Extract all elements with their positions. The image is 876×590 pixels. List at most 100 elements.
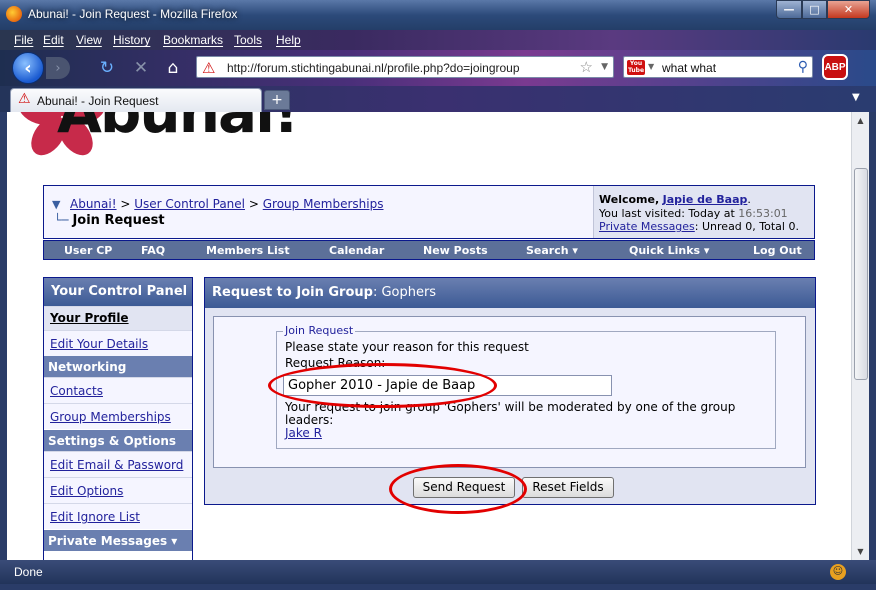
- join-request-panel: Request to Join Group: Gophers Join Requ…: [204, 277, 816, 505]
- youtube-icon[interactable]: You Tube: [627, 60, 645, 75]
- nav-members-list[interactable]: Members List: [206, 244, 290, 257]
- adblock-plus-icon[interactable]: ABP: [822, 54, 848, 80]
- menu-edit[interactable]: Edit: [43, 33, 64, 47]
- reset-fields-button[interactable]: Reset Fields: [522, 477, 614, 498]
- sidebar-item-group-memberships[interactable]: Group Memberships: [44, 403, 192, 429]
- breadcrumb-home[interactable]: Abunai!: [70, 197, 117, 211]
- menu-history[interactable]: History: [113, 33, 150, 47]
- url-text[interactable]: http://forum.stichtingabunai.nl/profile.…: [227, 61, 520, 75]
- maximize-button[interactable]: □: [802, 0, 827, 19]
- nav-new-posts[interactable]: New Posts: [423, 244, 488, 257]
- new-tab-button[interactable]: +: [264, 90, 290, 110]
- menu-help[interactable]: Help: [276, 33, 301, 47]
- sidebar-item-your-profile[interactable]: Your Profile: [44, 306, 192, 330]
- sidebar-item-contacts[interactable]: Contacts: [44, 377, 192, 403]
- nav-faq[interactable]: FAQ: [141, 244, 165, 257]
- search-input[interactable]: what what: [662, 61, 716, 75]
- menu-view[interactable]: View: [76, 33, 102, 47]
- window-titlebar: Abunai! - Join Request - Mozilla Firefox…: [0, 0, 876, 30]
- breadcrumb-separator: >: [248, 197, 259, 211]
- panel-title-label: Request to Join Group: [212, 285, 373, 300]
- sidebar-item-label[interactable]: Contacts: [50, 384, 103, 398]
- private-messages-link[interactable]: Private Messages: [599, 220, 695, 233]
- fieldset-legend: Join Request: [283, 324, 356, 337]
- sidebar-item-label[interactable]: Your Profile: [50, 311, 129, 325]
- moderation-text-cont: leaders:: [285, 413, 334, 427]
- sidebar-section-settings: Settings & Options: [44, 430, 192, 451]
- sidebar-section-label[interactable]: Private Messages ▾: [48, 534, 177, 548]
- tree-branch-icon: └─: [54, 213, 69, 227]
- scroll-down-icon[interactable]: ▼: [852, 543, 869, 560]
- scroll-up-icon[interactable]: ▲: [852, 112, 869, 129]
- stop-icon[interactable]: ✕: [130, 57, 152, 79]
- tab-label: Abunai! - Join Request: [37, 94, 159, 108]
- list-tabs-icon[interactable]: ▼: [852, 92, 860, 103]
- menu-file[interactable]: File: [14, 33, 33, 47]
- window-frame-left: [0, 112, 7, 560]
- vertical-scrollbar[interactable]: ▲ ▼: [851, 112, 869, 560]
- search-icon[interactable]: ⚲: [798, 59, 808, 75]
- breadcrumb-group-memberships[interactable]: Group Memberships: [263, 197, 384, 211]
- site-logo[interactable]: Abunai!: [57, 112, 299, 146]
- reason-input[interactable]: Gopher 2010 - Japie de Baap: [283, 375, 612, 396]
- status-text: Done: [14, 565, 43, 579]
- nav-calendar[interactable]: Calendar: [329, 244, 384, 257]
- breadcrumb-trail: Abunai! > User Control Panel > Group Mem…: [70, 197, 384, 211]
- sidebar-section-label: Settings & Options: [48, 434, 177, 448]
- nav-quick-links[interactable]: Quick Links ▾: [629, 244, 709, 257]
- breadcrumb-box: ▼ Abunai! > User Control Panel > Group M…: [43, 185, 815, 239]
- site-warning-icon: ⚠: [18, 91, 31, 107]
- panel-title: Request to Join Group: Gophers: [205, 278, 815, 308]
- breadcrumb-ucp[interactable]: User Control Panel: [134, 197, 245, 211]
- sidebar-section-private-messages[interactable]: Private Messages ▾: [44, 530, 192, 551]
- home-icon[interactable]: ⌂: [162, 57, 184, 79]
- back-icon[interactable]: ‹: [12, 52, 44, 84]
- sidebar-item-edit-options[interactable]: Edit Options: [44, 477, 192, 503]
- page-title: └─ Join Request: [54, 213, 165, 228]
- menu-bookmarks[interactable]: Bookmarks: [163, 33, 223, 47]
- group-leader-link[interactable]: Jake R: [285, 426, 322, 440]
- sidebar-item-edit-ignore-list[interactable]: Edit Ignore List: [44, 503, 192, 529]
- breadcrumb: ▼ Abunai! > User Control Panel > Group M…: [44, 186, 593, 238]
- bookmark-star-icon[interactable]: ☆: [580, 58, 593, 76]
- join-request-fieldset: Join Request Please state your reason fo…: [276, 324, 776, 449]
- sidebar-item-edit-details[interactable]: Edit Your Details: [44, 330, 192, 356]
- nav-log-out[interactable]: Log Out: [753, 244, 802, 257]
- menu-tools[interactable]: Tools: [234, 33, 262, 47]
- username-link[interactable]: Japie de Baap: [663, 193, 748, 206]
- sidebar-item-label[interactable]: Edit Options: [50, 484, 123, 498]
- close-button[interactable]: ✕: [827, 0, 870, 19]
- last-visited-line: You last visited: Today at 16:53:01: [599, 207, 788, 220]
- nav-search[interactable]: Search ▾: [526, 244, 578, 257]
- url-dropdown-icon[interactable]: ▼: [601, 62, 608, 72]
- send-request-button[interactable]: Send Request: [413, 477, 515, 498]
- reason-label: Request Reason:: [285, 356, 386, 370]
- sidebar-item-label[interactable]: Edit Ignore List: [50, 510, 140, 524]
- addon-status-icon[interactable]: ☺: [830, 564, 846, 580]
- firefox-icon: [6, 6, 22, 22]
- forum-navbar: User CP FAQ Members List Calendar New Po…: [43, 240, 815, 260]
- navbits-icon: ▼: [52, 198, 61, 211]
- address-bar[interactable]: ⚠ http://forum.stichtingabunai.nl/profil…: [196, 56, 614, 78]
- search-bar[interactable]: You Tube ▼ what what ⚲: [623, 56, 813, 78]
- minimize-button[interactable]: —: [776, 0, 802, 19]
- site-warning-icon: ⚠: [202, 59, 216, 77]
- breadcrumb-separator: >: [120, 197, 131, 211]
- panel-title-group: : Gophers: [372, 285, 437, 300]
- search-engine-dropdown-icon[interactable]: ▼: [648, 62, 654, 71]
- sidebar-item-label[interactable]: Edit Your Details: [50, 337, 148, 351]
- nav-user-cp[interactable]: User CP: [64, 244, 112, 257]
- forward-icon[interactable]: ›: [46, 57, 70, 79]
- sidebar-item-label[interactable]: Edit Email & Password: [50, 458, 183, 472]
- tab-join-request[interactable]: ⚠ Abunai! - Join Request: [10, 88, 262, 112]
- welcome-label: Welcome,: [599, 193, 660, 206]
- welcome-box: Welcome, Japie de Baap. You last visited…: [593, 186, 814, 238]
- status-bar: Done ☺: [0, 560, 876, 584]
- reload-icon[interactable]: ↻: [96, 57, 118, 79]
- instruction-text: Please state your reason for this reques…: [285, 340, 529, 354]
- sidebar-item-edit-email[interactable]: Edit Email & Password: [44, 451, 192, 477]
- sidebar-item-label[interactable]: Group Memberships: [50, 410, 171, 424]
- pm-line: Private Messages: Unread 0, Total 0.: [599, 220, 799, 233]
- control-panel-sidebar: Your Control Panel Your Profile Edit You…: [43, 277, 193, 560]
- scroll-thumb[interactable]: [854, 168, 868, 380]
